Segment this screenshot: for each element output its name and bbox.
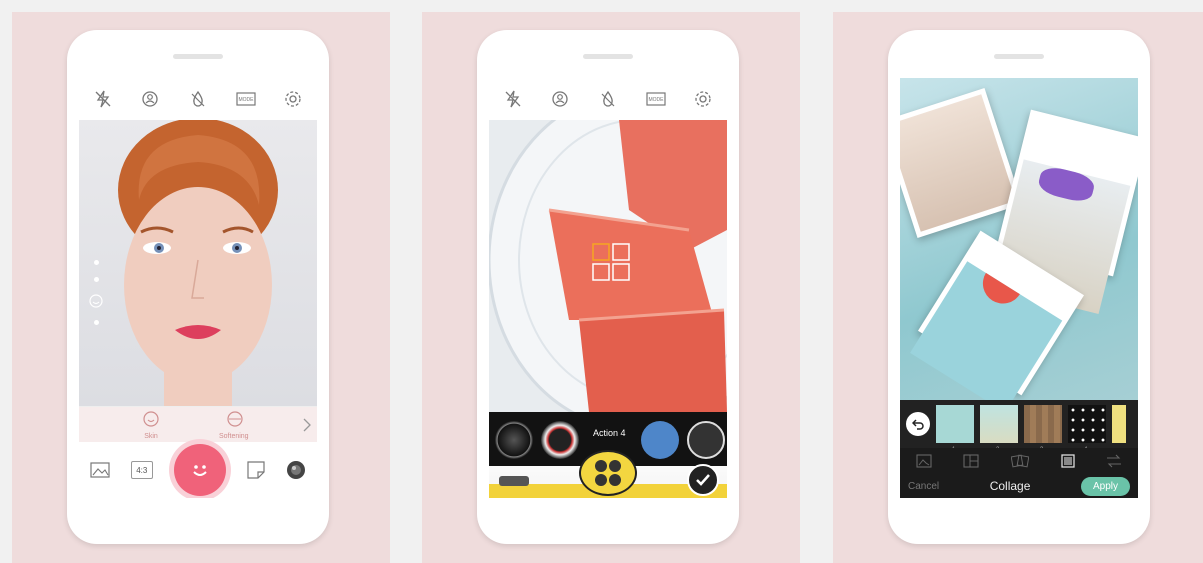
filter-lens-1[interactable] [495, 421, 533, 459]
shutter-smile-icon [193, 465, 207, 476]
smile-icon [143, 411, 159, 427]
mode-label: MODE [648, 97, 664, 103]
gallery-icon[interactable] [89, 462, 110, 478]
skin-option[interactable]: Skin [143, 411, 159, 440]
settings-icon[interactable] [693, 89, 713, 109]
mode-icon[interactable]: MODE [235, 89, 256, 109]
undo-button[interactable] [906, 412, 930, 436]
phone-frame: 1 2 3 4 Cancel Collage Apply [888, 30, 1150, 544]
collage-photo-2[interactable] [991, 109, 1138, 315]
settings-icon[interactable] [283, 89, 303, 109]
confirm-button[interactable] [687, 464, 719, 496]
panel-selfie: MODE Skin Softening 4:3 [12, 12, 390, 563]
phone-speaker [994, 54, 1044, 59]
shutter-button[interactable] [173, 444, 226, 496]
background-thumbnails: 1 2 3 4 [900, 400, 1138, 453]
undo-icon [912, 419, 924, 430]
collage-title: Collage [989, 479, 1031, 493]
face-icon[interactable] [140, 89, 160, 109]
flash-off-icon[interactable] [93, 89, 113, 109]
apply-button[interactable]: Apply [1080, 476, 1130, 496]
portrait-photo [118, 118, 278, 410]
thumbnail[interactable] [1112, 405, 1126, 443]
camera-bottom-bar: 4:3 [79, 442, 317, 498]
indicator-dot [93, 320, 99, 325]
check-icon [696, 474, 710, 486]
swap-icon[interactable] [1106, 454, 1122, 468]
lens-icon[interactable] [286, 460, 306, 480]
thumbnail[interactable]: 2 [980, 405, 1018, 453]
phone-speaker [173, 54, 223, 59]
collage-canvas [900, 78, 1138, 413]
thumbnail[interactable]: 4 [1068, 405, 1106, 453]
indicator-dot [93, 260, 99, 265]
smile-icon[interactable] [89, 294, 103, 308]
indicator-dot [93, 277, 99, 282]
camera-topbar: MODE [489, 78, 727, 120]
image-icon[interactable] [916, 454, 932, 468]
beauty-options-bar: Skin Softening [79, 406, 317, 442]
grid-focus-icon[interactable] [591, 242, 631, 282]
layout-icon[interactable] [963, 454, 979, 468]
face-icon[interactable] [550, 89, 570, 109]
camera-viewport [489, 88, 727, 432]
phone-frame: MODE Skin Softening 4:3 [67, 30, 329, 544]
water-drop-icon[interactable] [188, 89, 208, 109]
screen: MODE Skin Softening 4:3 [79, 78, 317, 498]
screen: 1 2 3 4 Cancel Collage Apply [900, 78, 1138, 498]
phone-speaker [583, 54, 633, 59]
cancel-button[interactable]: Cancel [908, 481, 939, 492]
filter-lens-2[interactable] [541, 421, 579, 459]
thumbnail[interactable]: 1 [936, 405, 974, 453]
filter-wheel-button[interactable] [579, 450, 637, 496]
thumbnail[interactable]: 3 [1024, 405, 1062, 453]
collage-footer: Cancel Collage Apply [900, 474, 1138, 498]
wheel-icon [595, 460, 621, 486]
filter-lens-3[interactable] [641, 421, 679, 459]
mode-label: MODE [238, 97, 254, 103]
softening-label: Softening [219, 433, 249, 440]
camera-viewport [79, 118, 317, 410]
pattern-icon[interactable] [1060, 454, 1075, 468]
water-drop-icon[interactable] [598, 89, 618, 109]
filter-bottom-bar [489, 450, 727, 498]
collage-tools [900, 448, 1138, 474]
sticker-icon[interactable] [247, 461, 265, 479]
ratio-button[interactable]: 4:3 [130, 461, 153, 479]
mode-icon[interactable]: MODE [645, 89, 666, 109]
panel-filters: MODE Action 4 [422, 12, 800, 563]
side-indicators [89, 260, 103, 325]
toggle-switch[interactable] [499, 476, 529, 486]
screen: MODE Action 4 [489, 78, 727, 498]
face-icon [227, 411, 243, 427]
panel-collage: 1 2 3 4 Cancel Collage Apply [833, 12, 1203, 563]
frame-icon[interactable] [1010, 454, 1029, 468]
flash-off-icon[interactable] [503, 89, 523, 109]
skin-label: Skin [144, 433, 158, 440]
phone-frame: MODE Action 4 [477, 30, 739, 544]
camera-topbar: MODE [79, 78, 317, 120]
softening-option[interactable]: Softening [219, 411, 249, 440]
filter-lens-4[interactable] [687, 421, 725, 459]
chevron-right-icon[interactable] [303, 418, 311, 432]
filter-label: Action 4 [593, 428, 626, 438]
